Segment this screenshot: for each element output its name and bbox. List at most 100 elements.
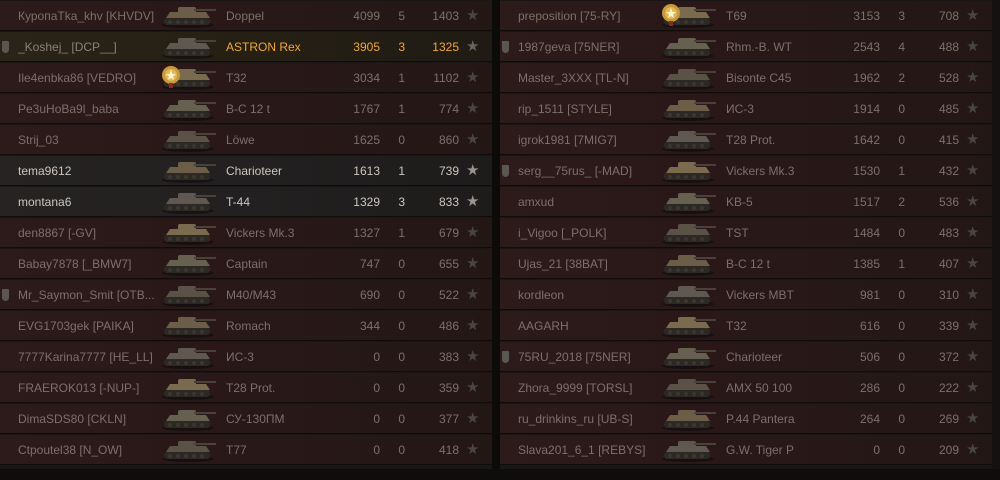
star-icon[interactable]: ★ (966, 7, 979, 25)
star-icon[interactable]: ★ (466, 348, 479, 366)
star-icon[interactable]: ★ (966, 379, 979, 397)
star-icon[interactable]: ★ (466, 224, 479, 242)
player-name[interactable]: montana6 (18, 187, 163, 217)
player-name[interactable]: AAGARH (518, 311, 663, 341)
mark-cell[interactable]: ★ (962, 125, 984, 155)
star-icon[interactable]: ★ (966, 193, 979, 211)
player-row[interactable]: Slava201_6_1 [REBYS] G.W. Tiger P 0 0 209 ★ (500, 435, 992, 465)
player-row[interactable]: 1987geva [75NER] Rhm.-B. WT 2543 4 488 ★ (500, 32, 992, 62)
star-icon[interactable]: ★ (966, 38, 979, 56)
star-icon[interactable]: ★ (466, 410, 479, 428)
star-icon[interactable]: ★ (466, 441, 479, 459)
mark-cell[interactable]: ★ (462, 435, 484, 465)
player-row[interactable]: AAGARH T32 616 0 339 ★ (500, 311, 992, 341)
player-name[interactable]: Ctpoutel38 [N_OW] (18, 435, 163, 465)
star-icon[interactable]: ★ (966, 69, 979, 87)
star-icon[interactable]: ★ (966, 131, 979, 149)
player-name[interactable]: Slava201_6_1 [REBYS] (518, 435, 663, 465)
player-row[interactable]: Zhora_9999 [TORSL] AMX 50 100 286 0 222 ★ (500, 373, 992, 403)
player-name[interactable]: igrok1981 [7MIG7] (518, 125, 663, 155)
mark-cell[interactable]: ★ (962, 249, 984, 279)
player-row[interactable]: Babay7878 [_BMW7] Captain 747 0 655 ★ (0, 249, 492, 279)
star-icon[interactable]: ★ (966, 100, 979, 118)
mark-cell[interactable]: ★ (962, 218, 984, 248)
star-icon[interactable]: ★ (466, 162, 479, 180)
mark-cell[interactable]: ★ (962, 1, 984, 31)
mark-cell[interactable]: ★ (462, 63, 484, 93)
star-icon[interactable]: ★ (466, 255, 479, 273)
player-name[interactable]: Master_3XXX [TL-N] (518, 63, 663, 93)
star-icon[interactable]: ★ (966, 348, 979, 366)
star-icon[interactable]: ★ (966, 224, 979, 242)
star-icon[interactable]: ★ (466, 131, 479, 149)
mark-cell[interactable]: ★ (462, 342, 484, 372)
player-row[interactable]: preposition [75-RY] T69 3153 3 708 ★ (500, 1, 992, 31)
player-name[interactable]: amxud (518, 187, 663, 217)
mark-cell[interactable]: ★ (462, 187, 484, 217)
player-row[interactable]: rip_1511 [STYLE] ИС-3 1914 0 485 ★ (500, 94, 992, 124)
player-row[interactable]: i_Vigoo [_POLK] TST 1484 0 483 ★ (500, 218, 992, 248)
player-name[interactable]: Ujas_21 [38BAT] (518, 249, 663, 279)
mark-cell[interactable]: ★ (962, 373, 984, 403)
player-name[interactable]: Mr_Saymon_Smit [OTB... (18, 280, 163, 310)
mark-cell[interactable]: ★ (962, 32, 984, 62)
player-row[interactable]: ru_drinkins_ru [UB-S] P.44 Pantera 264 0 269… (500, 404, 992, 434)
mark-cell[interactable]: ★ (962, 156, 984, 186)
mark-cell[interactable]: ★ (462, 249, 484, 279)
mark-cell[interactable]: ★ (462, 94, 484, 124)
star-icon[interactable]: ★ (466, 100, 479, 118)
star-icon[interactable]: ★ (966, 441, 979, 459)
player-row[interactable]: kordleon Vickers MBT 981 0 310 ★ (500, 280, 992, 310)
star-icon[interactable]: ★ (966, 162, 979, 180)
player-name[interactable]: tema9612 (18, 156, 163, 186)
player-row[interactable]: Ile4enbka86 [VEDRO] T32 3034 1 1102 ★ (0, 63, 492, 93)
player-row[interactable]: tema9612 Charioteer 1613 1 739 ★ (0, 156, 492, 186)
star-icon[interactable]: ★ (966, 317, 979, 335)
player-row[interactable]: Ujas_21 [38BAT] B-C 12 t 1385 1 407 ★ (500, 249, 992, 279)
player-row[interactable]: Ctpoutel38 [N_OW] T77 0 0 418 ★ (0, 435, 492, 465)
player-row[interactable]: den8867 [-GV] Vickers Mk.3 1327 1 679 ★ (0, 218, 492, 248)
star-icon[interactable]: ★ (466, 38, 479, 56)
mark-cell[interactable]: ★ (962, 94, 984, 124)
star-icon[interactable]: ★ (966, 410, 979, 428)
player-name[interactable]: ru_drinkins_ru [UB-S] (518, 404, 663, 434)
mark-cell[interactable]: ★ (462, 156, 484, 186)
player-row[interactable]: _Koshej_ [DCP__] ASTRON Rex 3905 3 1325 ★ (0, 32, 492, 62)
player-row[interactable]: 75RU_2018 [75NER] Charioteer 506 0 372 ★ (500, 342, 992, 372)
player-row[interactable]: Strij_03 Löwe 1625 0 860 ★ (0, 125, 492, 155)
star-icon[interactable]: ★ (966, 286, 979, 304)
mark-cell[interactable]: ★ (962, 311, 984, 341)
player-row[interactable]: Master_3XXX [TL-N] Bisonte C45 1962 2 528 ★ (500, 63, 992, 93)
player-name[interactable]: serg__75rus_ [-MAD] (518, 156, 663, 186)
mark-cell[interactable]: ★ (962, 435, 984, 465)
player-name[interactable]: 7777Karina7777 [HE_LL] (18, 342, 163, 372)
player-name[interactable]: EVG1703gek [PAIKA] (18, 311, 163, 341)
player-row[interactable]: EVG1703gek [PAIKA] Romach 344 0 486 ★ (0, 311, 492, 341)
star-icon[interactable]: ★ (466, 69, 479, 87)
mark-cell[interactable]: ★ (962, 404, 984, 434)
player-row[interactable]: montana6 T-44 1329 3 833 ★ (0, 187, 492, 217)
star-icon[interactable]: ★ (466, 286, 479, 304)
star-icon[interactable]: ★ (466, 193, 479, 211)
player-name[interactable]: Strij_03 (18, 125, 163, 155)
player-name[interactable]: Pe3uHoBa9l_baba (18, 94, 163, 124)
player-name[interactable]: Ile4enbka86 [VEDRO] (18, 63, 163, 93)
star-icon[interactable]: ★ (466, 317, 479, 335)
mark-cell[interactable]: ★ (462, 373, 484, 403)
player-name[interactable]: preposition [75-RY] (518, 1, 663, 31)
player-name[interactable]: DimaSDS80 [CKLN] (18, 404, 163, 434)
mark-cell[interactable]: ★ (462, 404, 484, 434)
player-row[interactable]: Mr_Saymon_Smit [OTB... M40/M43 690 0 522 ★ (0, 280, 492, 310)
player-name[interactable]: Zhora_9999 [TORSL] (518, 373, 663, 403)
player-name[interactable]: КуропаTka_khv [KHVDV] (18, 1, 163, 31)
mark-cell[interactable]: ★ (462, 125, 484, 155)
player-row[interactable]: Pe3uHoBa9l_baba B-C 12 t 1767 1 774 ★ (0, 94, 492, 124)
mark-cell[interactable]: ★ (462, 218, 484, 248)
player-name[interactable]: FRAEROK013 [-NUP-] (18, 373, 163, 403)
player-row[interactable]: КуропаTka_khv [KHVDV] Doppel 4099 5 1403 ★ (0, 1, 492, 31)
mark-cell[interactable]: ★ (962, 280, 984, 310)
player-name[interactable]: rip_1511 [STYLE] (518, 94, 663, 124)
mark-cell[interactable]: ★ (462, 280, 484, 310)
player-name[interactable]: 75RU_2018 [75NER] (518, 342, 663, 372)
star-icon[interactable]: ★ (966, 255, 979, 273)
